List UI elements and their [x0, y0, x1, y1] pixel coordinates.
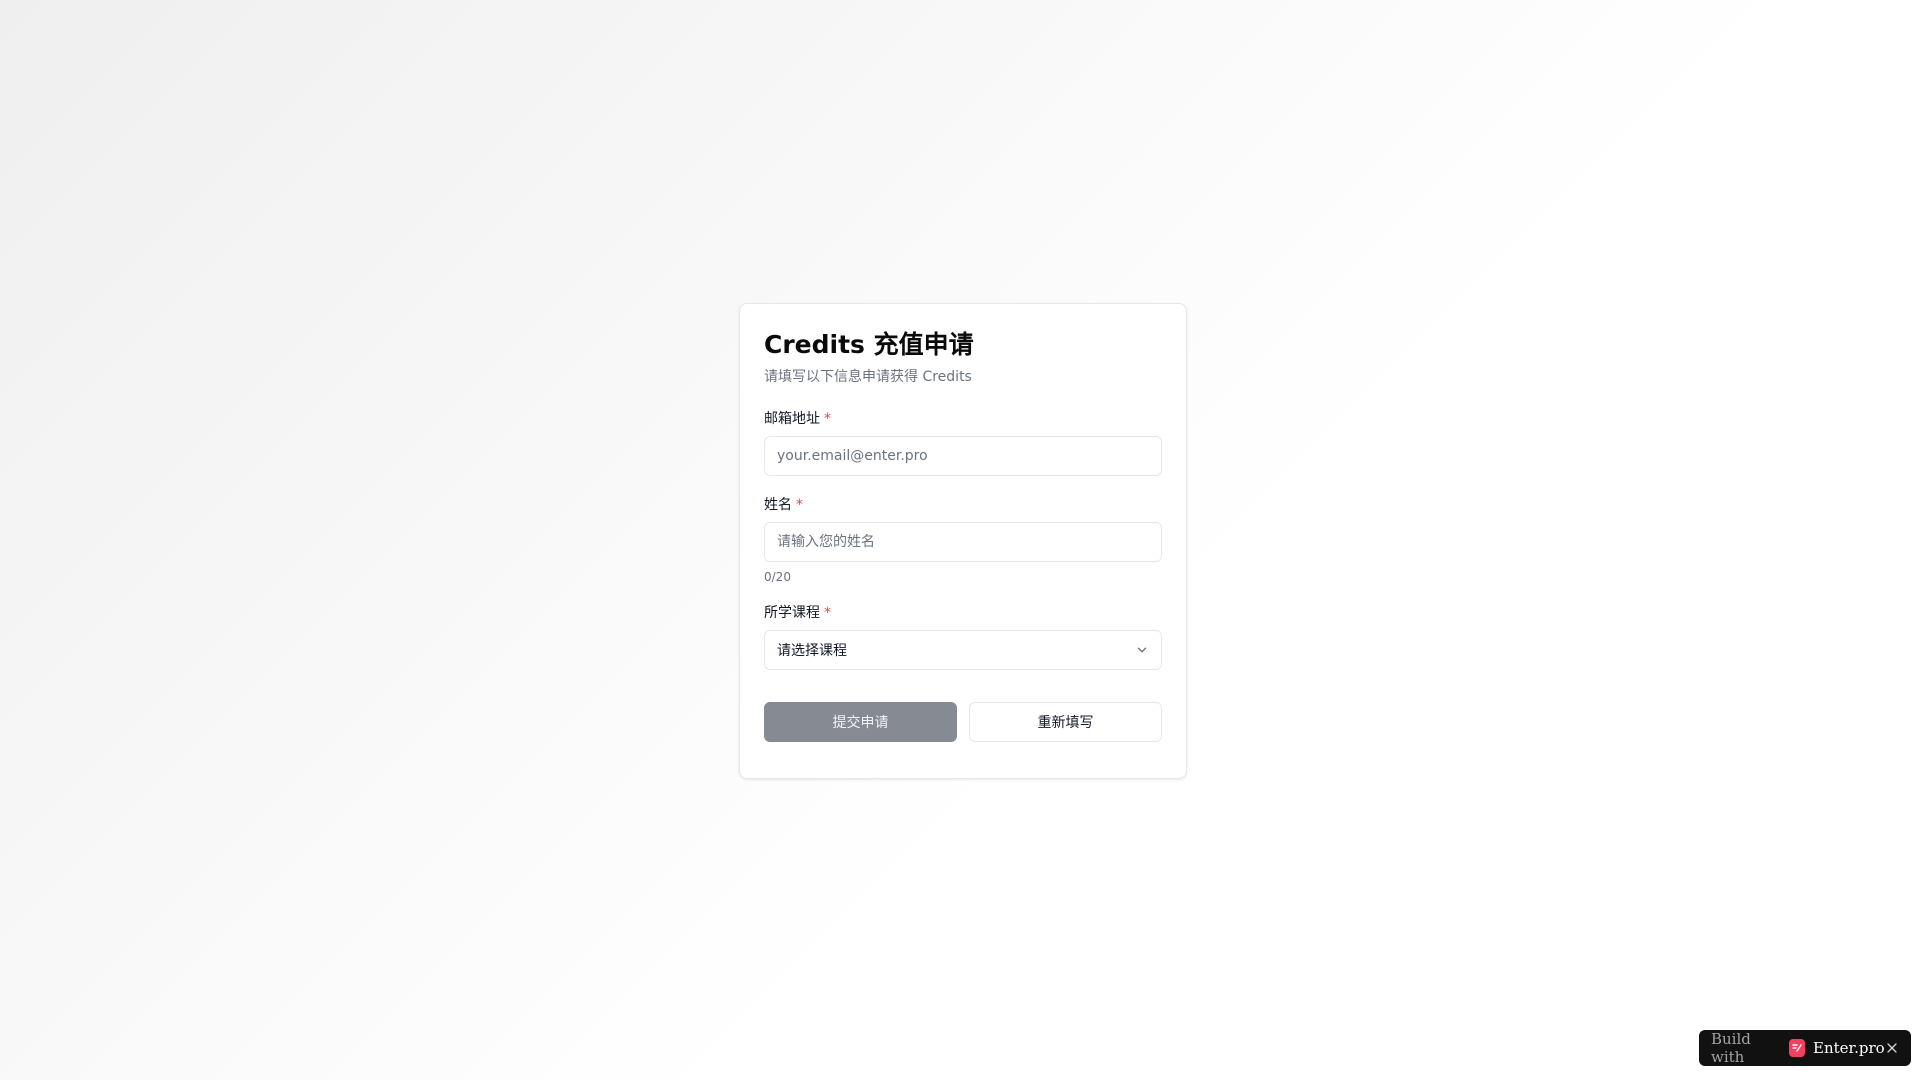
badge-brand-text: Enter.pro — [1813, 1039, 1885, 1057]
name-input[interactable] — [764, 522, 1162, 562]
email-label: 邮箱地址 — [764, 411, 820, 427]
form-actions: 提交申请 重新填写 — [764, 702, 1162, 742]
course-field-group: 所学课程 * 请选择课程 — [764, 604, 1162, 670]
credits-form-card: Credits 充值申请 请填写以下信息申请获得 Credits 邮箱地址* 姓… — [739, 303, 1187, 779]
name-char-counter: 0/20 — [764, 570, 791, 584]
email-input[interactable] — [764, 436, 1162, 476]
course-required-mark: * — [824, 605, 831, 621]
name-required-mark: * — [796, 497, 803, 513]
form-subtitle: 请填写以下信息申请获得 Credits — [764, 369, 972, 385]
build-with-badge[interactable]: Build with Enter.pro — [1699, 1030, 1911, 1066]
form-title: Credits 充值申请 — [764, 330, 974, 359]
email-label-row: 邮箱地址 * — [764, 410, 1162, 428]
reset-button[interactable]: 重新填写 — [969, 702, 1162, 742]
course-select[interactable]: 请选择课程 — [764, 630, 1162, 670]
email-field-group: 邮箱地址 * — [764, 410, 1162, 476]
email-required-mark: * — [824, 411, 831, 427]
course-label: 所学课程 — [764, 605, 820, 621]
chevron-down-icon — [1135, 643, 1149, 657]
name-field-group: 姓名* 0/20 — [764, 496, 1162, 584]
submit-button[interactable]: 提交申请 — [764, 702, 957, 742]
course-select-value: 请选择课程 — [777, 643, 847, 659]
enter-pro-logo-icon — [1788, 1039, 1806, 1057]
badge-prefix-text: Build with — [1711, 1030, 1751, 1066]
name-label-row: 姓名 * — [764, 496, 1162, 514]
close-icon[interactable] — [1885, 1040, 1899, 1056]
name-label: 姓名 — [764, 497, 792, 513]
course-label-row: 所学课程 * — [764, 604, 1162, 622]
